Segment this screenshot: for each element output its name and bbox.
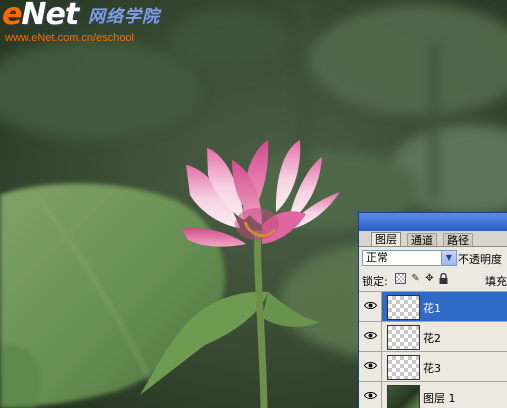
layer-name: 花2 [423, 332, 441, 345]
visibility-toggle[interactable] [359, 382, 382, 408]
eye-icon [364, 302, 377, 309]
layer-name: 图层 1 [423, 392, 456, 405]
panel-tabs: 图层 通道 路径 [359, 231, 507, 247]
blend-mode-select[interactable]: 正常 ▼ [362, 250, 457, 266]
opacity-label: 不透明度 [458, 253, 502, 266]
layer-row-layer1[interactable]: 图层 1 [359, 381, 507, 408]
eye-icon [364, 362, 377, 369]
watermark-url: www.eNet.com.cn/eschool [5, 32, 134, 44]
padlock-icon[interactable] [438, 272, 449, 284]
layer-row-hua1[interactable]: 花1 [359, 291, 507, 321]
visibility-toggle[interactable] [359, 352, 382, 381]
layer-name: 花3 [423, 362, 441, 375]
brush-lock-icon[interactable]: ✎ [410, 273, 421, 284]
panel-body: 正常 ▼ 不透明度 锁定: ✎ ✥ 填充 花1 花2 花3 图层 1 [359, 246, 507, 408]
visibility-toggle[interactable] [359, 292, 382, 321]
layer-thumbnail [387, 355, 420, 380]
logo-chinese-text: 网络学院 [88, 7, 160, 27]
visibility-toggle[interactable] [359, 322, 382, 351]
logo-net: Net [21, 0, 79, 32]
layer-list: 花1 花2 花3 图层 1 [359, 291, 507, 408]
transparency-lock-icon[interactable] [395, 273, 406, 284]
eye-icon [364, 392, 377, 399]
lock-label: 锁定: [362, 275, 388, 288]
lock-row: 锁定: ✎ ✥ 填充 [362, 272, 507, 288]
layer-name: 花1 [423, 302, 441, 315]
layers-panel: 图层 通道 路径 正常 ▼ 不透明度 锁定: ✎ ✥ 填充 花1 花2 花3 图… [358, 212, 507, 408]
layer-row-hua3[interactable]: 花3 [359, 351, 507, 381]
tab-channels[interactable]: 通道 [407, 233, 437, 247]
logo-e: e [2, 0, 22, 32]
layer-thumbnail [387, 325, 420, 350]
move-lock-icon[interactable]: ✥ [424, 273, 435, 284]
tab-paths[interactable]: 路径 [443, 233, 473, 247]
tab-layers[interactable]: 图层 [371, 232, 401, 247]
layer-row-hua2[interactable]: 花2 [359, 321, 507, 351]
fill-label: 填充 [485, 275, 507, 288]
layer-thumbnail [387, 385, 420, 408]
blend-mode-value: 正常 [366, 251, 388, 264]
eye-icon [364, 332, 377, 339]
layer-thumbnail [387, 295, 420, 320]
enet-logo: eNet [2, 0, 79, 32]
chevron-down-icon[interactable]: ▼ [441, 251, 456, 265]
panel-titlebar[interactable] [359, 213, 507, 231]
